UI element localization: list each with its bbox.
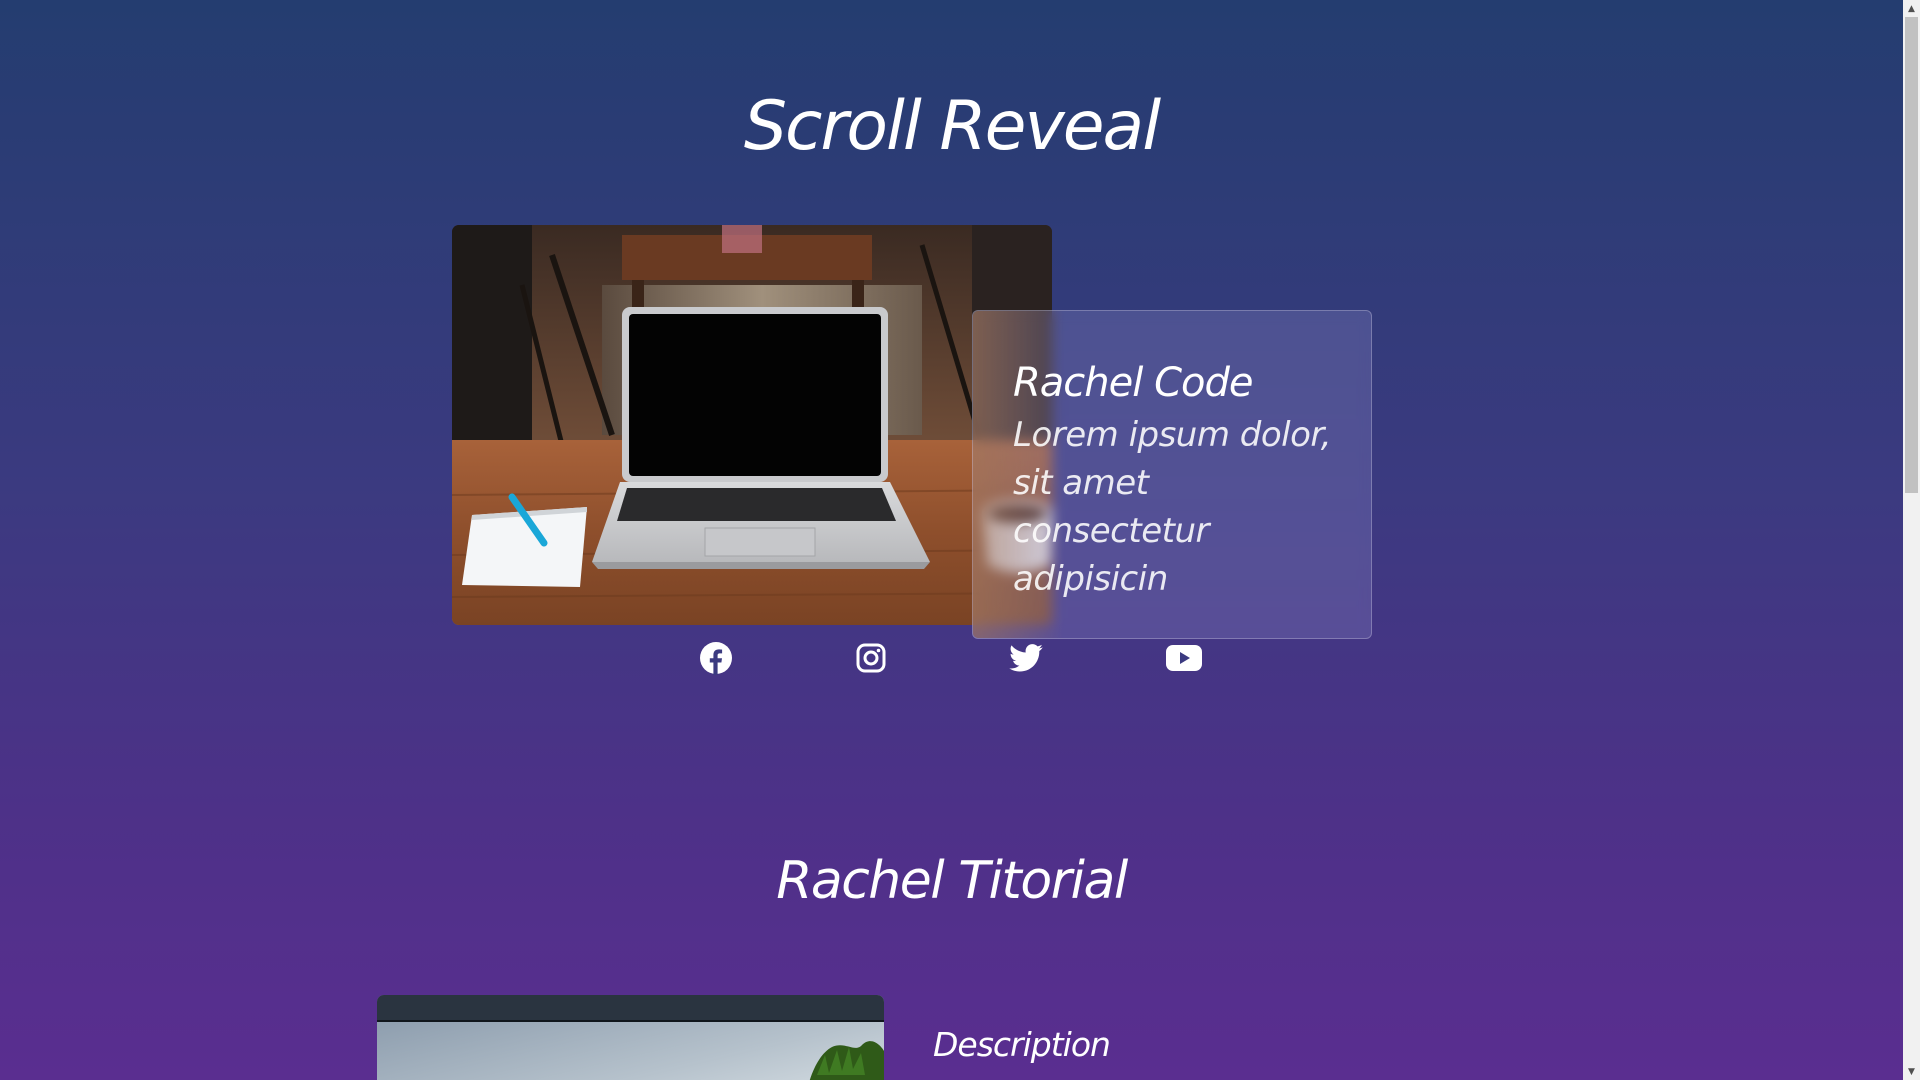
card-title: Rachel Code (1013, 360, 1253, 406)
laptop-photo (452, 225, 1052, 625)
page-title: Scroll Reveal (743, 87, 1161, 166)
page: Scroll Reveal Rachel Code Lorem ipsum do… (0, 0, 1903, 1080)
twitter-link[interactable] (1008, 640, 1044, 676)
instagram-icon (856, 643, 886, 673)
card-text: Lorem ipsum dolor, sit amet consectetur … (1013, 415, 1332, 599)
profile-card: Rachel Code Lorem ipsum dolor, sit amet … (972, 310, 1372, 639)
section-title: Rachel Titorial (776, 851, 1128, 911)
instagram-link[interactable] (853, 640, 889, 676)
scroll-up-arrow-icon[interactable]: ▲ (1903, 0, 1920, 17)
scrollbar-thumb[interactable] (1905, 17, 1918, 493)
scroll-down-arrow-icon[interactable]: ▼ (1903, 1063, 1920, 1080)
youtube-icon (1166, 645, 1202, 671)
vertical-scrollbar[interactable]: ▲ ▼ (1903, 0, 1920, 1080)
social-links (0, 640, 1903, 676)
twitter-icon (1009, 644, 1043, 672)
tutorial-photo (377, 995, 884, 1080)
facebook-link[interactable] (698, 640, 734, 676)
youtube-link[interactable] (1166, 640, 1202, 676)
description-heading: Description (933, 1025, 1111, 1064)
facebook-icon (700, 642, 732, 675)
